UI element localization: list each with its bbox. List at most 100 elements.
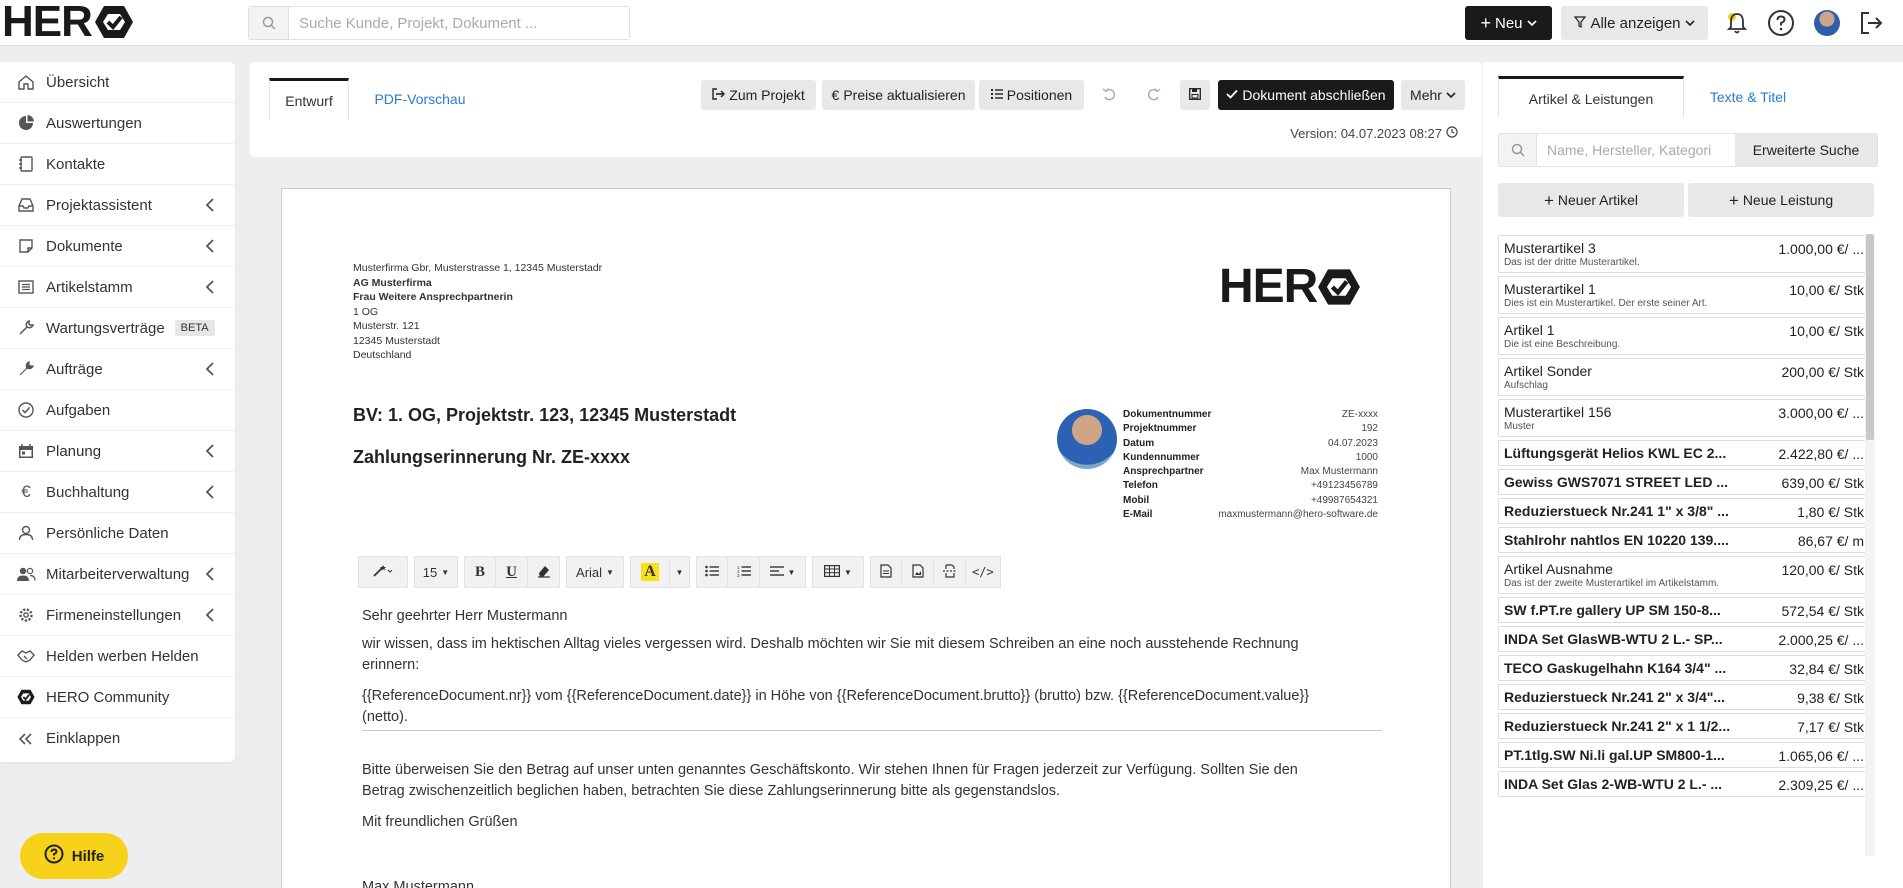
numbered-list-button[interactable]: 123	[728, 556, 760, 588]
search-icon[interactable]	[249, 7, 289, 39]
new-service-label: Neue Leistung	[1742, 192, 1834, 208]
sidebar-item-projektassistent[interactable]: Projektassistent	[0, 185, 235, 226]
signature-name[interactable]: Max Mustermann	[362, 877, 1342, 888]
version-text: Version: 04.07.2023 08:27	[1290, 126, 1442, 141]
new-button[interactable]: + Neu	[1465, 6, 1552, 40]
paragraph-1[interactable]: wir wissen, dass im hektischen Alltag vi…	[362, 634, 1342, 676]
article-list-item[interactable]: Artikel Ausnahme 120,00 €/ Stk Das ist der…	[1498, 556, 1871, 594]
eraser-button[interactable]	[528, 556, 560, 588]
sidebar-item-uebersicht[interactable]: Übersicht	[0, 62, 235, 103]
tab-texts-titles[interactable]: Texte & Titel	[1688, 76, 1808, 118]
positions-button[interactable]: Positionen	[979, 80, 1084, 110]
scrollbar-thumb[interactable]	[1866, 234, 1874, 440]
logout-icon[interactable]	[1856, 8, 1886, 38]
paragraph-2[interactable]: {{ReferenceDocument.nr}} vom {{Reference…	[362, 686, 1342, 728]
sidebar-item-auswertungen[interactable]: Auswertungen	[0, 103, 235, 144]
tab-draft[interactable]: Entwurf	[269, 78, 349, 120]
sidebar-item-einklappen[interactable]: Einklappen	[0, 718, 235, 759]
hero-logo[interactable]: HER	[2, 0, 134, 46]
article-list-item[interactable]: Artikel Sonder 200,00 €/ Stk Aufschlag	[1498, 358, 1871, 396]
update-prices-button[interactable]: € Preise aktualisieren	[822, 80, 975, 110]
underline-button[interactable]: U	[496, 556, 528, 588]
filter-button[interactable]: Alle anzeigen	[1561, 6, 1708, 40]
sidebar-item-hero-community[interactable]: HERO Community	[0, 677, 235, 718]
sidebar-item-mitarbeiterverwaltung[interactable]: Mitarbeiterverwaltung	[0, 554, 235, 595]
meta-row: Telefon +49123456789	[1123, 479, 1378, 493]
article-list-item[interactable]: TECO Gaskugelhahn K164 3/4" ... 32,84 €/ …	[1498, 655, 1871, 681]
document-title[interactable]: BV: 1. OG, Projektstr. 123, 12345 Muster…	[353, 405, 736, 426]
help-button[interactable]: Hilfe	[20, 833, 128, 879]
undo-button[interactable]	[1092, 80, 1126, 110]
extended-search-button[interactable]: Erweiterte Suche	[1735, 134, 1877, 166]
page-break-button[interactable]	[934, 556, 966, 588]
article-price: 1.065,06 €/ ...	[1778, 748, 1864, 764]
article-list-item[interactable]: Stahlrohr nahtlos EN 10220 139.... 86,67 …	[1498, 527, 1871, 553]
highlight-color-button[interactable]: A	[630, 556, 670, 588]
sidebar-item-dokumente[interactable]: Dokumente	[0, 226, 235, 267]
magic-wand-button[interactable]	[358, 556, 408, 588]
sidebar-item-wartungsvertraege[interactable]: Wartungsverträge BETA	[0, 308, 235, 349]
sidebar-item-aufgaben[interactable]: Aufgaben	[0, 390, 235, 431]
insert-document-button[interactable]	[902, 556, 934, 588]
help-icon[interactable]	[1766, 8, 1796, 38]
positions-label: Positionen	[1006, 87, 1073, 103]
sidebar-item-auftraege[interactable]: Aufträge	[0, 349, 235, 390]
sidebar-item-buchhaltung[interactable]: € Buchhaltung	[0, 472, 235, 513]
article-list-item[interactable]: Lüftungsgerät Helios KWL EC 2... 2.422,80…	[1498, 440, 1871, 466]
article-list-item[interactable]: Gewiss GWS7071 STREET LED ... 639,00 €/ S…	[1498, 469, 1871, 495]
article-list-item[interactable]: PT.1tlg.SW Ni.li gal.UP SM800-1... 1.065,…	[1498, 742, 1871, 768]
to-project-label: Zum Projekt	[729, 87, 805, 103]
sidebar-item-firmeneinstellungen[interactable]: Firmeneinstellungen	[0, 595, 235, 636]
article-price: 639,00 €/ Stk	[1781, 475, 1864, 491]
article-list-item[interactable]: Reduzierstueck Nr.241 1" x 3/8" ... 1,80 …	[1498, 498, 1871, 524]
article-list-item[interactable]: Reduzierstueck Nr.241 2" x 3/4"... 9,38 €…	[1498, 684, 1871, 710]
sidebar-item-kontakte[interactable]: Kontakte	[0, 144, 235, 185]
finish-document-button[interactable]: Dokument abschließen	[1218, 80, 1394, 110]
euro-icon: €	[831, 87, 840, 103]
align-select[interactable]: ▼	[760, 556, 806, 588]
font-family-select[interactable]: Arial ▼	[566, 556, 624, 588]
code-view-button[interactable]: </>	[966, 556, 1001, 588]
new-article-button[interactable]: + Neuer Artikel	[1498, 183, 1684, 217]
sidebar-item-label: Artikelstamm	[46, 278, 133, 296]
global-search-input[interactable]	[289, 7, 629, 39]
article-list-item[interactable]: Musterartikel 3 1.000,00 €/ ... Das ist de…	[1498, 235, 1871, 273]
more-label: Mehr	[1410, 87, 1442, 103]
bell-icon[interactable]	[1722, 8, 1752, 38]
sidebar-item-artikelstamm[interactable]: Artikelstamm	[0, 267, 235, 308]
insert-file-button[interactable]	[870, 556, 902, 588]
article-list-item[interactable]: Artikel 1 10,00 €/ Stk Die ist eine Beschr…	[1498, 317, 1871, 355]
bullet-list-button[interactable]	[696, 556, 728, 588]
user-avatar[interactable]	[1812, 8, 1842, 38]
document-subtitle[interactable]: Zahlungserinnerung Nr. ZE-xxxx	[353, 447, 630, 468]
article-list-item[interactable]: Musterartikel 156 3.000,00 €/ ... Muster	[1498, 399, 1871, 437]
more-button[interactable]: Mehr	[1401, 80, 1465, 110]
article-list-item[interactable]: INDA Set Glas 2-WB-WTU 2 L.- ... 2.309,25…	[1498, 771, 1871, 797]
tab-pdf-preview[interactable]: PDF-Vorschau	[365, 78, 475, 120]
meta-key: Kundennummer	[1123, 451, 1200, 463]
sidebar-item-persoenliche-daten[interactable]: Persönliche Daten	[0, 513, 235, 554]
sidebar-item-helden-werben-helden[interactable]: Helden werben Helden	[0, 636, 235, 677]
tab-articles-services[interactable]: Artikel & Leistungen	[1498, 76, 1684, 118]
article-list-item[interactable]: SW f.PT.re gallery UP SM 150-8... 572,54 …	[1498, 597, 1871, 623]
greeting-text[interactable]: Sehr geehrter Herr Mustermann	[362, 606, 1342, 627]
article-list-item[interactable]: Musterartikel 1 10,00 €/ Stk Dies ist ein …	[1498, 276, 1871, 314]
article-list-item[interactable]: Reduzierstueck Nr.241 2" x 1 1/2... 7,17 …	[1498, 713, 1871, 739]
highlight-color-dropdown[interactable]: ▼	[670, 556, 690, 588]
save-button[interactable]	[1180, 80, 1210, 110]
search-icon[interactable]	[1499, 134, 1537, 166]
chevron-down-icon	[1684, 15, 1695, 32]
table-select[interactable]: ▼	[812, 556, 864, 588]
paragraph-3[interactable]: Bitte überweisen Sie den Betrag auf unse…	[362, 760, 1342, 802]
bold-button[interactable]: B	[464, 556, 496, 588]
magic-wand-icon	[372, 564, 394, 581]
to-project-button[interactable]: Zum Projekt	[701, 80, 816, 110]
meta-value: 04.07.2023	[1327, 437, 1378, 449]
redo-button[interactable]	[1137, 80, 1171, 110]
article-search-input[interactable]	[1537, 134, 1735, 166]
sidebar-item-planung[interactable]: Planung	[0, 431, 235, 472]
article-list-item[interactable]: INDA Set GlasWB-WTU 2 L.- SP... 2.000,25 …	[1498, 626, 1871, 652]
closing-text[interactable]: Mit freundlichen Grüßen	[362, 812, 1342, 833]
font-size-select[interactable]: 15 ▼	[414, 556, 458, 588]
new-service-button[interactable]: + Neue Leistung	[1688, 183, 1874, 217]
